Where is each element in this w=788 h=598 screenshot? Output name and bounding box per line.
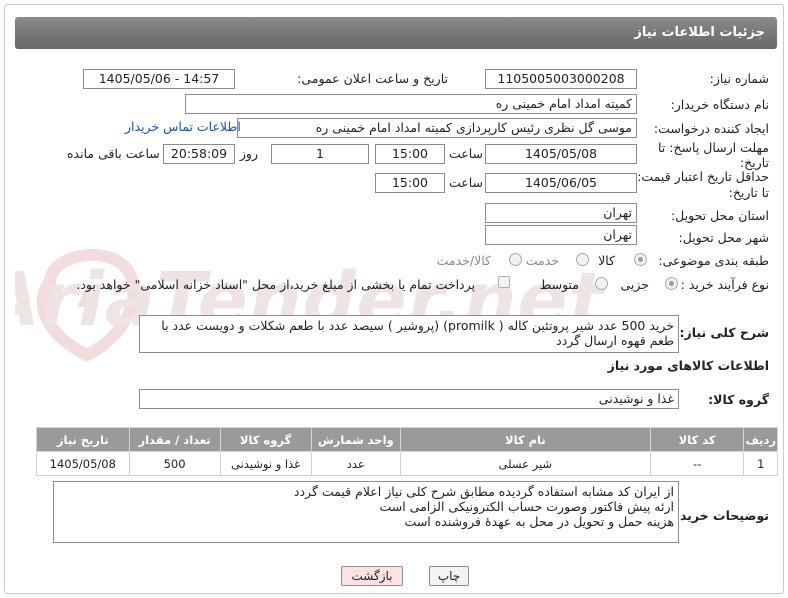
col-item-code: کد کالا: [649, 427, 745, 452]
creator-label: ایجاد کننده درخواست:: [653, 121, 769, 136]
city-field: تهران: [485, 225, 637, 245]
category-goods-service-radio[interactable]: [509, 253, 522, 266]
deadline-time-field: 15:00: [375, 144, 445, 164]
province-label: استان محل تحویل:: [670, 208, 769, 223]
goods-table: ردیف کد کالا نام کالا واحد شمارش گروه کا…: [36, 427, 778, 476]
col-item-group: گروه کالا: [219, 427, 312, 452]
validity-time-field: 15:00: [375, 173, 445, 193]
cell-quantity: 500: [128, 451, 221, 476]
cell-item-code: --: [649, 451, 745, 476]
buyer-contact-link[interactable]: اطلاعات تماس خریدار: [125, 119, 241, 134]
need-number-field: 1105005003000208: [485, 69, 637, 89]
buyer-org-label: نام دستگاه خریدار:: [670, 97, 769, 112]
category-goods-label: کالا: [598, 253, 615, 268]
process-minor-label: جزیی: [620, 277, 649, 292]
validity-date-field: 1405/06/05: [485, 173, 637, 193]
treasury-payment-checkbox[interactable]: [498, 276, 510, 288]
process-medium-label: متوسط: [539, 277, 579, 292]
price-validity-label-date: تا تاریخ:: [728, 185, 769, 200]
category-label: طبقه بندی موضوعی:: [658, 253, 769, 268]
remaining-time-label: ساعت باقی مانده: [67, 146, 160, 161]
description-label: شرح کلی نیاز:: [679, 325, 769, 340]
cell-item-name: شیر عسلی: [399, 451, 651, 476]
col-row-number: ردیف: [743, 427, 778, 452]
col-need-date: تاریخ نیاز: [36, 427, 130, 452]
validity-time-label: ساعت: [448, 175, 483, 190]
announce-date-field: 1405/05/06 - 14:57: [83, 69, 235, 89]
city-label: شهر محل تحویل:: [678, 230, 769, 245]
deadline-time-label: ساعت: [448, 146, 483, 161]
buyer-org-field: کمیته امداد امام خمینی ره: [185, 94, 637, 114]
goods-table-header: ردیف کد کالا نام کالا واحد شمارش گروه کا…: [36, 427, 778, 452]
treasury-payment-note: پرداخت تمام یا بخشی از مبلغ خرید،از محل …: [76, 277, 475, 292]
cell-unit: عدد: [310, 451, 401, 476]
deadline-label: مهلت ارسال پاسخ: تا: [658, 140, 769, 155]
category-goods-radio[interactable]: [634, 253, 647, 266]
province-field: تهران: [485, 203, 637, 223]
col-unit: واحد شمارش: [310, 427, 401, 452]
days-remaining-field: 1: [271, 144, 369, 164]
need-number-label: شماره نیاز:: [709, 71, 769, 86]
cell-item-group: غذا و نوشیدنی: [219, 451, 312, 476]
buyer-notes-line: از ایران کد مشابه استفاده گردیده مطابق ش…: [293, 484, 674, 499]
col-quantity: تعداد / مقدار: [128, 427, 221, 452]
deadline-date-field: 1405/05/08: [485, 144, 637, 164]
page-title: جزئیات اطلاعات نیاز: [634, 25, 765, 40]
price-validity-label: حداقل تاریخ اعتبار قیمت:: [637, 169, 769, 184]
category-service-label: خدمت: [525, 253, 559, 268]
description-textarea[interactable]: خرید 500 عدد شیر پروتئین کاله ( promilk)…: [139, 315, 679, 353]
remaining-time-field: 20:58:09: [163, 144, 235, 164]
cell-row-number: 1: [743, 451, 778, 476]
goods-section-title: اطلاعات کالاهای مورد نیاز: [607, 358, 769, 373]
goods-group-field: غذا و نوشیدنی: [139, 389, 679, 409]
category-goods-service-label: کالا/خدمت: [436, 253, 491, 268]
print-button[interactable]: چاپ: [429, 566, 469, 586]
col-item-name: نام کالا: [399, 427, 651, 452]
buyer-notes-label: توضیحات خریدار:: [663, 508, 769, 523]
back-button[interactable]: بازگشت: [341, 566, 403, 586]
buyer-notes-line: ارئه پیش فاکتور وصورت حساب الکترونیکی ال…: [379, 499, 674, 514]
process-type-label: نوع فرآیند خرید :: [680, 277, 769, 292]
process-medium-radio[interactable]: [595, 277, 608, 290]
creator-field: موسی گل نظری رئیس کارپردازی کمیته امداد …: [237, 118, 637, 138]
buyer-notes-line: هزینه حمل و تحویل در محل به عهدهٔ فروشند…: [404, 514, 674, 529]
page-title-bar: جزئیات اطلاعات نیاز: [15, 17, 777, 49]
table-row: 1 -- شیر عسلی عدد غذا و نوشیدنی 500 1405…: [36, 451, 778, 476]
announce-date-label: تاریخ و ساعت اعلان عمومی:: [297, 71, 448, 86]
process-minor-radio[interactable]: [665, 277, 678, 290]
page-frame: جزئیات اطلاعات نیاز AriaTender.net شماره…: [4, 4, 784, 594]
goods-group-label: گروه کالا:: [708, 392, 769, 407]
buyer-notes-textarea[interactable]: از ایران کد مشابه استفاده گردیده مطابق ش…: [53, 481, 679, 543]
category-service-radio[interactable]: [576, 253, 589, 266]
deadline-label-date: تاریخ:: [739, 155, 769, 170]
cell-need-date: 1405/05/08: [36, 451, 130, 476]
